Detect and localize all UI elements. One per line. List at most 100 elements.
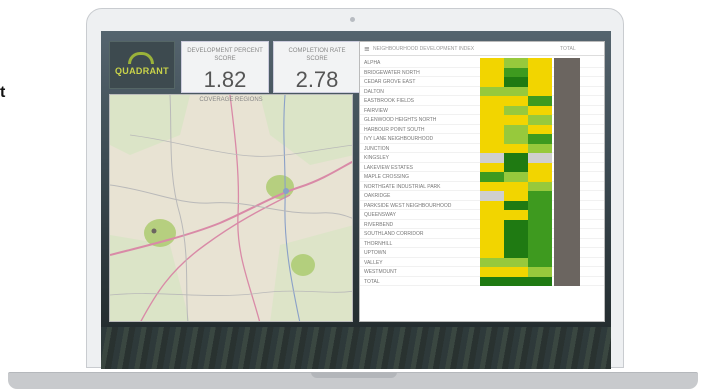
row-label: CEDAR GROVE EAST bbox=[364, 79, 416, 85]
heat-cell bbox=[480, 134, 504, 144]
row-label: HARBOUR POINT SOUTH bbox=[364, 126, 425, 133]
table-row[interactable]: LAKEVIEW ESTATES bbox=[360, 162, 604, 172]
total-cell bbox=[554, 143, 580, 153]
total-cell bbox=[554, 248, 580, 258]
total-cell bbox=[554, 191, 580, 201]
heat-cell bbox=[480, 238, 504, 248]
heat-cell bbox=[504, 58, 528, 68]
table-row[interactable]: UPTOWN bbox=[360, 248, 604, 258]
total-cell bbox=[554, 200, 580, 210]
table-row[interactable]: FAIRVIEW bbox=[360, 105, 604, 115]
row-label: THORNHILL bbox=[364, 240, 393, 247]
heat-cell bbox=[528, 238, 552, 248]
table-row[interactable]: BRIDGEWATER NORTH bbox=[360, 67, 604, 77]
heat-cell bbox=[504, 162, 528, 172]
table-row[interactable]: EASTBROOK FIELDS bbox=[360, 96, 604, 106]
kpi-label: DEVELOPMENT PERCENT SCORE bbox=[187, 48, 263, 62]
table-body: ALPHA BRIDGEWATER NORTH CEDAR GROVE EAST DA… bbox=[360, 58, 604, 286]
row-label: GLENWOOD HEIGHTS NORTH bbox=[364, 117, 437, 123]
heat-cell bbox=[480, 210, 504, 220]
heat-cell bbox=[504, 153, 528, 163]
heat-cell bbox=[528, 276, 552, 286]
heat-cell bbox=[528, 77, 552, 87]
table-row[interactable]: KINGSLEY bbox=[360, 153, 604, 163]
row-label: BRIDGEWATER NORTH bbox=[364, 69, 420, 76]
table-row[interactable]: RIVERBEND bbox=[360, 219, 604, 229]
table-row[interactable]: HARBOUR POINT SOUTH bbox=[360, 124, 604, 134]
total-cell bbox=[554, 162, 580, 172]
table-row[interactable]: MAPLE CROSSING bbox=[360, 172, 604, 182]
laptop-lid: QUADRANT DEVELOPMENT PERCENT SCORE 1.82 … bbox=[86, 8, 624, 369]
heat-cell bbox=[480, 229, 504, 239]
heat-cell bbox=[528, 105, 552, 115]
table-row[interactable]: JUNCTION bbox=[360, 143, 604, 153]
row-label: DALTON bbox=[364, 88, 384, 95]
row-label: RIVERBEND bbox=[364, 221, 394, 228]
heat-cell bbox=[504, 191, 528, 201]
row-label: ALPHA bbox=[364, 60, 381, 66]
heat-cell bbox=[504, 143, 528, 153]
heat-cell bbox=[504, 257, 528, 267]
laptop-screen: QUADRANT DEVELOPMENT PERCENT SCORE 1.82 … bbox=[101, 31, 611, 369]
total-cell bbox=[554, 153, 580, 163]
heat-cell bbox=[528, 172, 552, 182]
total-cell bbox=[554, 115, 580, 125]
total-cell bbox=[554, 86, 580, 96]
table-row[interactable]: SOUTHLAND CORRIDOR bbox=[360, 229, 604, 239]
row-label: WESTMOUNT bbox=[364, 269, 397, 275]
row-label: TOTAL bbox=[364, 278, 380, 285]
table-row[interactable]: OAKRIDGE bbox=[360, 191, 604, 201]
table-row[interactable]: THORNHILL bbox=[360, 238, 604, 248]
table-row[interactable]: GLENWOOD HEIGHTS NORTH bbox=[360, 115, 604, 125]
table-row[interactable]: WESTMOUNT bbox=[360, 267, 604, 277]
heat-cell bbox=[480, 115, 504, 125]
map-panel[interactable]: COVERAGE REGIONS bbox=[109, 94, 353, 322]
total-cell bbox=[554, 58, 580, 68]
total-cell bbox=[554, 77, 580, 87]
row-label: NORTHGATE INDUSTRIAL PARK bbox=[364, 183, 441, 190]
table-row[interactable]: CEDAR GROVE EAST bbox=[360, 77, 604, 87]
kpi-card-completion[interactable]: COMPLETION RATE SCORE 2.78 bbox=[273, 41, 361, 93]
table-row[interactable]: NORTHGATE INDUSTRIAL PARK bbox=[360, 181, 604, 191]
map-canvas[interactable] bbox=[110, 95, 353, 322]
heat-cell bbox=[528, 86, 552, 96]
heat-cell bbox=[480, 105, 504, 115]
table-row[interactable]: DALTON bbox=[360, 86, 604, 96]
total-cell bbox=[554, 134, 580, 144]
table-row[interactable]: QUEENSWAY bbox=[360, 210, 604, 220]
row-label: EASTBROOK FIELDS bbox=[364, 98, 415, 104]
heat-cell bbox=[504, 86, 528, 96]
row-label: PARKSIDE WEST NEIGHBOURHOOD bbox=[364, 202, 452, 209]
heat-cell bbox=[504, 172, 528, 182]
laptop-notch bbox=[311, 372, 397, 378]
kpi-card-development[interactable]: DEVELOPMENT PERCENT SCORE 1.82 bbox=[181, 41, 269, 93]
table-row[interactable]: IVY LANE NEIGHBOURHOOD bbox=[360, 134, 604, 144]
heat-cell bbox=[528, 229, 552, 239]
heat-cell bbox=[480, 172, 504, 182]
row-label: MAPLE CROSSING bbox=[364, 174, 410, 180]
heat-cell bbox=[528, 96, 552, 106]
heat-cell bbox=[504, 105, 528, 115]
heat-cell bbox=[504, 238, 528, 248]
heat-cell bbox=[480, 276, 504, 286]
heat-cell bbox=[528, 134, 552, 144]
heat-cell bbox=[504, 229, 528, 239]
total-cell bbox=[554, 219, 580, 229]
heat-cell bbox=[528, 143, 552, 153]
table-row[interactable]: VALLEY bbox=[360, 257, 604, 267]
heat-cell bbox=[480, 191, 504, 201]
heat-cell bbox=[480, 200, 504, 210]
table-row[interactable]: ALPHA bbox=[360, 58, 604, 68]
kpi-label: COMPLETION RATE SCORE bbox=[288, 48, 346, 62]
heat-cell bbox=[480, 96, 504, 106]
column-header[interactable]: TOTAL bbox=[560, 46, 576, 52]
row-label: VALLEY bbox=[364, 259, 383, 266]
menu-icon[interactable]: ≡ bbox=[364, 45, 370, 53]
heat-cell bbox=[480, 257, 504, 267]
heat-cell bbox=[528, 191, 552, 201]
development-table[interactable]: ≡ NEIGHBOURHOOD DEVELOPMENT INDEX TOTAL … bbox=[359, 41, 605, 322]
table-row[interactable]: TOTAL bbox=[360, 276, 604, 286]
total-cell bbox=[554, 181, 580, 191]
heat-cell bbox=[504, 115, 528, 125]
table-row[interactable]: PARKSIDE WEST NEIGHBOURHOOD bbox=[360, 200, 604, 210]
